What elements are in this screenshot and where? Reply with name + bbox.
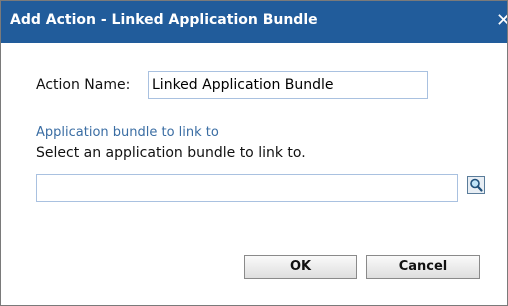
- bundle-input[interactable]: [36, 174, 458, 202]
- dialog-titlebar: Add Action - Linked Application Bundle ✕: [1, 1, 507, 43]
- magnifier-icon: [470, 178, 483, 192]
- bundle-instruction: Select an application bundle to link to.: [36, 145, 306, 161]
- ok-button[interactable]: OK: [244, 255, 357, 279]
- close-icon[interactable]: ✕: [496, 11, 507, 31]
- dialog-title: Add Action - Linked Application Bundle: [10, 12, 318, 28]
- bundle-section-title: Application bundle to link to: [36, 125, 219, 140]
- browse-bundle-button[interactable]: [467, 176, 485, 194]
- action-name-label: Action Name:: [36, 77, 131, 93]
- cancel-button[interactable]: Cancel: [366, 255, 480, 279]
- action-name-input[interactable]: [148, 71, 428, 99]
- add-action-dialog: Add Action - Linked Application Bundle ✕…: [0, 0, 508, 306]
